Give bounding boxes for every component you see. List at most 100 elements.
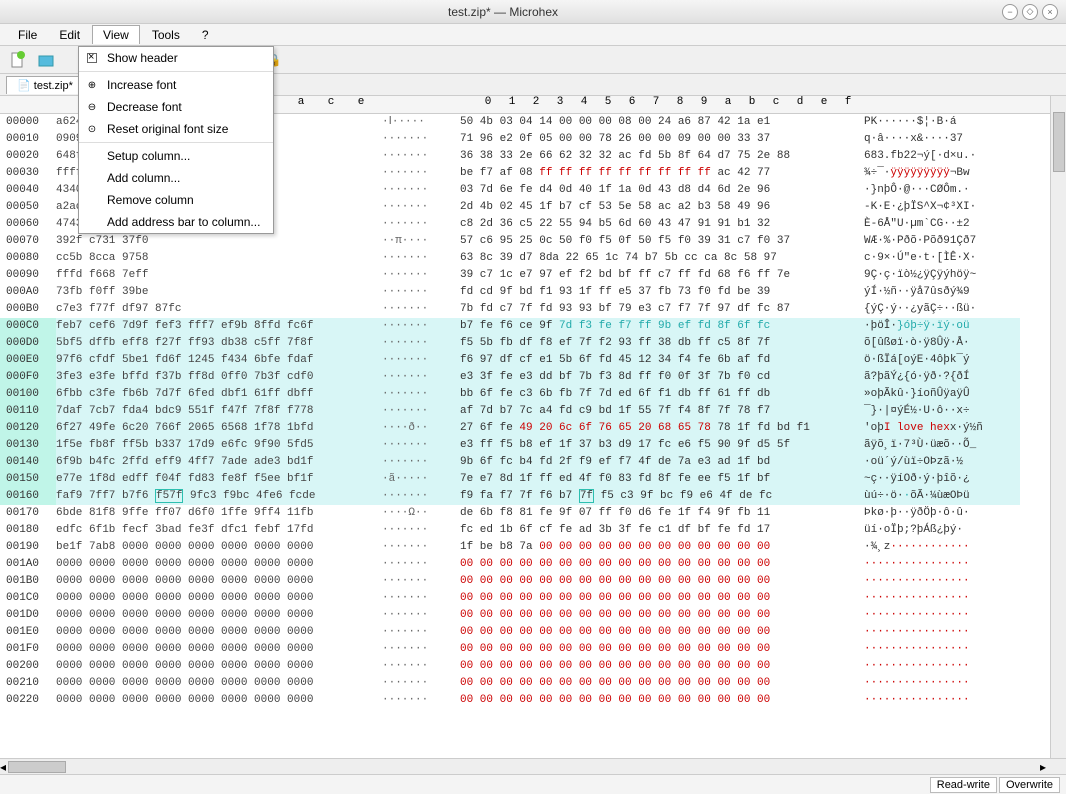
ascii-column[interactable]: ················	[860, 624, 1020, 641]
ascii-column[interactable]: Þkø·þ··ÿðÖþ·ô·û·	[860, 505, 1020, 522]
readwrite-mode[interactable]: Read-write	[930, 777, 997, 793]
ascii-column[interactable]: »oþÃkû·}íoñÛÿaÿÛ	[860, 386, 1020, 403]
hex-bytes[interactable]: f6 97 df cf e1 5b 6f fd 45 12 34 f4 fe 6…	[460, 352, 860, 369]
hex-row[interactable]: 001C00000 0000 0000 0000 0000 0000 0000 …	[0, 590, 1066, 607]
hex-bytes[interactable]: 71 96 e2 0f 05 00 00 78 26 00 00 09 00 0…	[460, 131, 860, 148]
hex-bytes[interactable]: 00 00 00 00 00 00 00 00 00 00 00 00 00 0…	[460, 624, 860, 641]
hex-words[interactable]: 0000 0000 0000 0000 0000 0000 0000 0000	[56, 658, 376, 675]
horizontal-scrollbar[interactable]: ◂ ▸	[0, 758, 1066, 774]
hex-bytes[interactable]: de 6b f8 81 fe 9f 07 ff f0 d6 fe 1f f4 9…	[460, 505, 860, 522]
hex-words[interactable]: 6bde 81f8 9ffe ff07 d6f0 1ffe 9ff4 11fb	[56, 505, 376, 522]
hex-words[interactable]: be1f 7ab8 0000 0000 0000 0000 0000 0000	[56, 539, 376, 556]
hex-bytes[interactable]: 39 c7 1c e7 97 ef f2 bd bf ff c7 ff fd 6…	[460, 267, 860, 284]
hex-row[interactable]: 000A073fb f0ff 39be·······fd cd 9f bd f1…	[0, 284, 1066, 301]
hex-bytes[interactable]: af 7d b7 7c a4 fd c9 bd 1f 55 7f f4 8f 7…	[460, 403, 860, 420]
close-button[interactable]: ×	[1042, 4, 1058, 20]
hex-row[interactable]: 002100000 0000 0000 0000 0000 0000 0000 …	[0, 675, 1066, 692]
hex-bytes[interactable]: 00 00 00 00 00 00 00 00 00 00 00 00 00 0…	[460, 607, 860, 624]
hex-row[interactable]: 002000000 0000 0000 0000 0000 0000 0000 …	[0, 658, 1066, 675]
hex-row[interactable]: 001206f27 49fe 6c20 766f 2065 6568 1f78 …	[0, 420, 1066, 437]
ascii-column[interactable]: ················	[860, 556, 1020, 573]
hex-words[interactable]: 1f5e fb8f ff5b b337 17d9 e6fc 9f90 5fd5	[56, 437, 376, 454]
hex-words[interactable]: 3fe3 e3fe bffd f37b ff8d 0ff0 7b3f cdf0	[56, 369, 376, 386]
hex-row[interactable]: 00190be1f 7ab8 0000 0000 0000 0000 0000 …	[0, 539, 1066, 556]
hex-bytes[interactable]: 00 00 00 00 00 00 00 00 00 00 00 00 00 0…	[460, 590, 860, 607]
hex-bytes[interactable]: 03 7d 6e fe d4 0d 40 1f 1a 0d 43 d8 d4 6…	[460, 182, 860, 199]
hex-bytes[interactable]: 27 6f fe 49 20 6c 6f 76 65 20 68 65 78 7…	[460, 420, 860, 437]
hex-bytes[interactable]: e3 3f fe e3 dd bf 7b f3 8d ff f0 0f 3f 7…	[460, 369, 860, 386]
menu-add-column[interactable]: Add column...	[79, 167, 273, 189]
hex-words[interactable]: 0000 0000 0000 0000 0000 0000 0000 0000	[56, 641, 376, 658]
ascii-column[interactable]: PK······$¦·B·á	[860, 114, 1020, 131]
hex-bytes[interactable]: 2d 4b 02 45 1f b7 cf 53 5e 58 ac a2 b3 5…	[460, 199, 860, 216]
hex-row[interactable]: 002200000 0000 0000 0000 0000 0000 0000 …	[0, 692, 1066, 709]
hex-words[interactable]: 0000 0000 0000 0000 0000 0000 0000 0000	[56, 590, 376, 607]
ascii-column[interactable]: üí·oÏþ­;?þÁß¿þý·	[860, 522, 1020, 539]
ascii-column[interactable]: ãÿõ¸ï·7³Ù·üæõ··Õ_	[860, 437, 1020, 454]
hex-words[interactable]: 6f9b b4fc 2ffd eff9 4ff7 7ade ade3 bd1f	[56, 454, 376, 471]
ascii-column[interactable]: {ýÇ·ý··¿yãÇ÷··ßü·	[860, 301, 1020, 318]
hex-bytes[interactable]: 63 8c 39 d7 8da 22 65 1c 74 b7 5b cc ca …	[460, 250, 860, 267]
ascii-column[interactable]: q·â····x&····37	[860, 131, 1020, 148]
ascii-column[interactable]: ················	[860, 607, 1020, 624]
ascii-column[interactable]: ö·ßÏá[oýE·4ôþk¯ý	[860, 352, 1020, 369]
ascii-column[interactable]: È-6Å"U·µm`CG··±2	[860, 216, 1020, 233]
hex-words[interactable]: 0000 0000 0000 0000 0000 0000 0000 0000	[56, 675, 376, 692]
hex-words[interactable]: 5bf5 dffb eff8 f27f ff93 db38 c5ff 7f8f	[56, 335, 376, 352]
ascii-column[interactable]: ················	[860, 573, 1020, 590]
ascii-column[interactable]: 'oþI love hexx·ý½ñ	[860, 420, 1020, 437]
hex-bytes[interactable]: fc ed 1b 6f cf fe ad 3b 3f fe c1 df bf f…	[460, 522, 860, 539]
hex-bytes[interactable]: b7 fe f6 ce 9f 7d f3 fe f7 ff 9b ef fd 8…	[460, 318, 860, 335]
hex-words[interactable]: 0000 0000 0000 0000 0000 0000 0000 0000	[56, 573, 376, 590]
hex-bytes[interactable]: 9b 6f fc b4 fd 2f f9 ef f7 4f de 7a e3 a…	[460, 454, 860, 471]
menu-reset-font[interactable]: ⊙Reset original font size	[79, 118, 273, 140]
menu-decrease-font[interactable]: ⊖Decrease font	[79, 96, 273, 118]
hex-bytes[interactable]: 00 00 00 00 00 00 00 00 00 00 00 00 00 0…	[460, 692, 860, 709]
ascii-column[interactable]: ·¾¸z············	[860, 539, 1020, 556]
ascii-column[interactable]: ~ç··ÿíOð·ý·þîõ·¿	[860, 471, 1020, 488]
hex-bytes[interactable]: f5 5b fb df f8 ef 7f f2 93 ff 38 db ff c…	[460, 335, 860, 352]
ascii-column[interactable]: 683.fb22¬ý[·d×u.·	[860, 148, 1020, 165]
vertical-scrollbar[interactable]	[1050, 96, 1066, 758]
hex-row[interactable]: 001006fbb c3fe fb6b 7d7f 6fed dbf1 61ff …	[0, 386, 1066, 403]
hex-words[interactable]: c7e3 f77f df97 87fc	[56, 301, 376, 318]
hex-words[interactable]: 7daf 7cb7 fda4 bdc9 551f f47f 7f8f f778	[56, 403, 376, 420]
ascii-column[interactable]: ¾÷¯·ÿÿÿÿÿÿÿÿÿ¬Bw	[860, 165, 1020, 182]
ascii-column[interactable]: WÆ·%·Pðõ·Põð91Çð7	[860, 233, 1020, 250]
hex-words[interactable]: 0000 0000 0000 0000 0000 0000 0000 0000	[56, 624, 376, 641]
hex-row[interactable]: 001F00000 0000 0000 0000 0000 0000 0000 …	[0, 641, 1066, 658]
hex-bytes[interactable]: 00 00 00 00 00 00 00 00 00 00 00 00 00 0…	[460, 658, 860, 675]
ascii-column[interactable]: ·þöÎ·}óþ÷ÿ·ïý·oü	[860, 318, 1020, 335]
hex-row[interactable]: 001107daf 7cb7 fda4 bdc9 551f f47f 7f8f …	[0, 403, 1066, 420]
minimize-button[interactable]: −	[1002, 4, 1018, 20]
hex-row[interactable]: 000E097f6 cfdf 5be1 fd6f 1245 f434 6bfe …	[0, 352, 1066, 369]
ascii-column[interactable]: ýÍ·½ñ··ÿå7ûsðý¾9	[860, 284, 1020, 301]
hex-row[interactable]: 001A00000 0000 0000 0000 0000 0000 0000 …	[0, 556, 1066, 573]
ascii-column[interactable]: ················	[860, 675, 1020, 692]
menu-edit[interactable]: Edit	[49, 26, 90, 44]
hex-bytes[interactable]: 7b fd c7 7f fd 93 93 bf 79 e3 c7 f7 7f 9…	[460, 301, 860, 318]
hex-bytes[interactable]: bb 6f fe c3 6b fb 7f 7d ed 6f f1 db ff 6…	[460, 386, 860, 403]
hex-bytes[interactable]: f9 fa f7 7f f6 b7 7f f5 c3 9f bc f9 e6 4…	[460, 488, 860, 505]
hex-words[interactable]: 97f6 cfdf 5be1 fd6f 1245 f434 6bfe fdaf	[56, 352, 376, 369]
ascii-column[interactable]: õ[ûßøï·ò·ÿ8Ûÿ·Å·	[860, 335, 1020, 352]
hex-bytes[interactable]: e3 ff f5 b8 ef 1f 37 b3 d9 17 fc e6 f5 9…	[460, 437, 860, 454]
hex-bytes[interactable]: 1f be b8 7a 00 00 00 00 00 00 00 00 00 0…	[460, 539, 860, 556]
hex-row[interactable]: 000F03fe3 e3fe bffd f37b ff8d 0ff0 7b3f …	[0, 369, 1066, 386]
hex-row[interactable]: 000B0c7e3 f77f df97 87fc·······7b fd c7 …	[0, 301, 1066, 318]
ascii-column[interactable]: ·}nþÔ·@···CØÔm.·	[860, 182, 1020, 199]
hex-words[interactable]: cc5b 8cca 9758	[56, 250, 376, 267]
menu-show-header[interactable]: Show header	[79, 47, 273, 69]
hex-words[interactable]: 6fbb c3fe fb6b 7d7f 6fed dbf1 61ff dbff	[56, 386, 376, 403]
hex-bytes[interactable]: 50 4b 03 04 14 00 00 00 08 00 24 a6 87 4…	[460, 114, 860, 131]
hex-row[interactable]: 001E00000 0000 0000 0000 0000 0000 0000 …	[0, 624, 1066, 641]
hex-bytes[interactable]: fd cd 9f bd f1 93 1f ff e5 37 fb 73 f0 f…	[460, 284, 860, 301]
new-file-icon[interactable]	[6, 49, 30, 71]
hex-row[interactable]: 000C0feb7 cef6 7d9f fef3 fff7 ef9b 8ffd …	[0, 318, 1066, 335]
overwrite-mode[interactable]: Overwrite	[999, 777, 1060, 793]
hex-bytes[interactable]: 57 c6 95 25 0c 50 f0 f5 0f 50 f5 f0 39 3…	[460, 233, 860, 250]
hex-words[interactable]: 392f c731 37f0	[56, 233, 376, 250]
hex-words[interactable]: e77e 1f8d edff f04f fd83 fe8f f5ee bf1f	[56, 471, 376, 488]
hex-bytes[interactable]: 36 38 33 2e 66 62 32 32 ac fd 5b 8f 64 d…	[460, 148, 860, 165]
menu-tools[interactable]: Tools	[142, 26, 190, 44]
